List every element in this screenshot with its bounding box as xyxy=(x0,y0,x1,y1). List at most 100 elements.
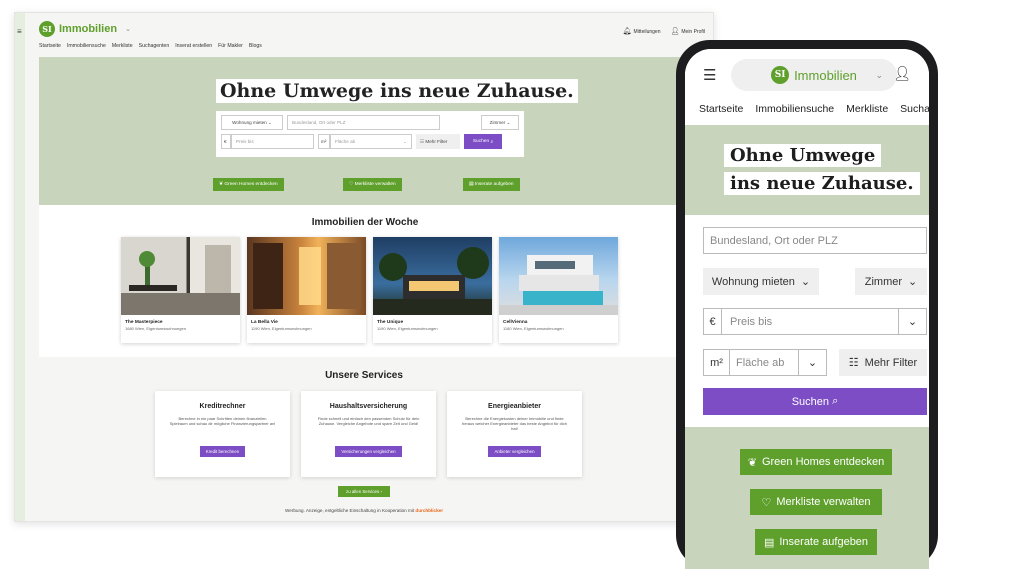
listing-card[interactable]: The Unique 1190 Wien, Eigentumswohnungen xyxy=(373,237,492,343)
green-homes-button[interactable]: ❦ Green Homes entdecken xyxy=(740,449,892,475)
service-text: Berechne die Energiekosten deiner Immobi… xyxy=(462,416,567,432)
hero-title: Ohne Umwege ins neue Zuhause. xyxy=(216,79,578,103)
merkliste-button[interactable]: ♡ Merkliste verwalten xyxy=(343,178,402,191)
currency-label: € xyxy=(221,134,231,149)
area-unit-label: m² xyxy=(704,350,730,375)
phone-screen: ☰ SI Immobilien ⌄ 👤︎ Startseite Immobili… xyxy=(685,49,929,569)
interior-illustration xyxy=(121,245,240,315)
service-button[interactable]: Versicherungen vergleichen xyxy=(335,446,402,457)
location-input[interactable]: Bundesland, Ort oder PLZ xyxy=(287,115,440,130)
service-card: Haushaltsversicherung Finde schnell und … xyxy=(301,391,436,477)
header-actions: 🔔︎ Mitteilungen 👤︎ Mein Profil xyxy=(623,27,705,35)
inserate-label: Inserate aufgeben xyxy=(474,182,514,187)
stage: ≡ SI Immobilien ⌄ Startseite Immobiliens… xyxy=(0,0,1034,569)
nav-suchagenten[interactable]: Suchagenten xyxy=(139,43,170,49)
chevron-down-icon[interactable]: ⌄ xyxy=(125,25,131,33)
nav-fuer-makler[interactable]: Für Makler xyxy=(218,43,243,49)
nav-startseite[interactable]: Startseite xyxy=(39,43,61,49)
search-icon: ⌕ xyxy=(832,395,839,407)
chevron-down-icon[interactable]: ⌄ xyxy=(875,70,883,81)
nav-merkliste[interactable]: Merkliste xyxy=(112,43,133,49)
menu-icon[interactable]: ≡ xyxy=(17,27,22,36)
partner-logo[interactable]: durchblicker xyxy=(415,508,443,513)
type-select[interactable]: Wohnung mieten ⌄ xyxy=(703,268,819,295)
chevron-down-icon: ⌄ xyxy=(798,350,826,375)
location-input[interactable]: Bundesland, Ort oder PLZ xyxy=(703,227,927,254)
chevron-right-icon: › xyxy=(380,489,382,494)
currency-label: € xyxy=(704,309,722,334)
merkliste-label: Merkliste verwalten xyxy=(776,496,871,508)
nav-inserat-erstellen[interactable]: Inserat erstellen xyxy=(175,43,212,49)
service-button[interactable]: Kredit berechnen xyxy=(199,446,246,457)
listing-card[interactable]: The Masterpiece 1680 Wien, Eigentumswohn… xyxy=(121,237,240,343)
listing-card[interactable]: La Bella Vie 1190 Wien, Eigentumswohnung… xyxy=(247,237,366,343)
main-nav: Startseite Immobiliensuche Merkliste Suc… xyxy=(39,43,262,49)
service-title: Haushaltsversicherung xyxy=(329,403,408,410)
inserate-button[interactable]: ▤ Inserate aufgeben xyxy=(755,529,877,555)
mobile-actions: ❦ Green Homes entdecken ♡ Merkliste verwal… xyxy=(685,427,929,569)
more-filters-button[interactable]: ☷ Mehr Filter xyxy=(416,134,460,149)
rooms-select[interactable]: Zimmer ⌄ xyxy=(481,115,519,130)
service-title: Energieanbieter xyxy=(488,403,541,410)
nav-merkliste[interactable]: Merkliste xyxy=(846,103,888,115)
listing-image xyxy=(121,237,240,315)
price-input[interactable]: Preis bis xyxy=(231,134,314,149)
nav-blogs[interactable]: Blogs xyxy=(249,43,262,49)
inserate-button[interactable]: ▤ Inserate aufgeben xyxy=(463,178,520,191)
inserate-label: Inserate aufgeben xyxy=(779,536,869,548)
nav-startseite[interactable]: Startseite xyxy=(699,103,743,115)
listing-cards: The Masterpiece 1680 Wien, Eigentumswohn… xyxy=(121,237,618,343)
logo[interactable]: SI Immobilien ⌄ xyxy=(39,21,705,37)
search-icon: ⌕ xyxy=(490,139,494,145)
type-select[interactable]: Wohnung mieten ⌄ xyxy=(221,115,283,130)
heart-icon: ♡ xyxy=(761,496,772,509)
green-homes-label: Green Homes entdecken xyxy=(761,456,885,468)
more-filters-button[interactable]: ☷ Mehr Filter xyxy=(839,349,927,376)
chevron-down-icon: ⌄ xyxy=(898,309,926,334)
listing-image xyxy=(247,237,366,315)
mobile-header: ☰ SI Immobilien ⌄ 👤︎ Startseite Immobili… xyxy=(685,49,929,121)
listing-sub: 1180 Wien, Eigentumswohnungen xyxy=(503,326,564,331)
all-services-button[interactable]: zu allen Services › xyxy=(338,486,390,497)
hamburger-icon[interactable]: ☰ xyxy=(703,66,716,84)
search-button[interactable]: Suchen ⌕ xyxy=(464,134,502,149)
hero: Ohne Umwege ins neue Zuhause. Wohnung mi… xyxy=(39,57,691,205)
green-homes-label: Green Homes entdecken xyxy=(224,182,278,187)
profile-link[interactable]: 👤︎ Mein Profil xyxy=(670,27,705,35)
area-input[interactable]: Fläche ab ⌄ xyxy=(330,134,412,149)
merkliste-button[interactable]: ♡ Merkliste verwalten xyxy=(750,489,882,515)
hero-title-line2: ins neue Zuhause. xyxy=(724,172,920,195)
notifications-link[interactable]: 🔔︎ Mitteilungen xyxy=(623,27,661,35)
phone-frame: ☰ SI Immobilien ⌄ 👤︎ Startseite Immobili… xyxy=(676,40,938,569)
listing-name: The Masterpiece xyxy=(125,320,163,325)
rooms-select[interactable]: Zimmer ⌄ xyxy=(855,268,927,295)
listing-image xyxy=(373,237,492,315)
service-button[interactable]: Anbieter vergleichen xyxy=(488,446,541,457)
nav-suchagenten[interactable]: Suchage xyxy=(900,103,929,115)
type-select-label: Wohnung mieten xyxy=(711,275,795,288)
listing-sub: 1190 Wien, Eigentumswohnungen xyxy=(377,326,438,331)
filter-icon: ☷ xyxy=(848,357,859,369)
service-text: Berechne in ein paar Schritten deinen fi… xyxy=(169,416,276,427)
rooms-select-label: Zimmer xyxy=(864,275,903,288)
nav-immobiliensuche[interactable]: Immobiliensuche xyxy=(755,103,834,115)
area-input[interactable]: m² Fläche ab ⌄ xyxy=(703,349,827,376)
area-unit-label: m² xyxy=(318,134,330,149)
listing-image xyxy=(499,237,618,315)
green-homes-button[interactable]: ❦ Green Homes entdecken xyxy=(213,178,284,191)
logo-badge: SI xyxy=(39,21,55,37)
mobile-logo[interactable]: SI Immobilien ⌄ xyxy=(731,59,897,91)
profile-label: Mein Profil xyxy=(681,29,705,35)
hero-title-line1: Ohne Umwege xyxy=(724,144,882,167)
search-button-label: Suchen xyxy=(791,395,830,408)
price-input[interactable]: € Preis bis ⌄ xyxy=(703,308,927,335)
user-icon[interactable]: 👤︎ xyxy=(893,65,911,82)
listing-card[interactable]: CellVienna 1180 Wien, Eigentumswohnungen xyxy=(499,237,618,343)
hallway-illustration xyxy=(253,243,361,309)
nav-immobiliensuche[interactable]: Immobiliensuche xyxy=(67,43,106,49)
week-title: Immobilien der Woche xyxy=(311,217,419,228)
bell-icon: 🔔︎ xyxy=(622,28,632,35)
search-button[interactable]: Suchen ⌕ xyxy=(703,388,927,415)
area-placeholder: Fläche ab xyxy=(335,139,356,144)
service-card: Energieanbieter Berechne die Energiekost… xyxy=(447,391,582,477)
